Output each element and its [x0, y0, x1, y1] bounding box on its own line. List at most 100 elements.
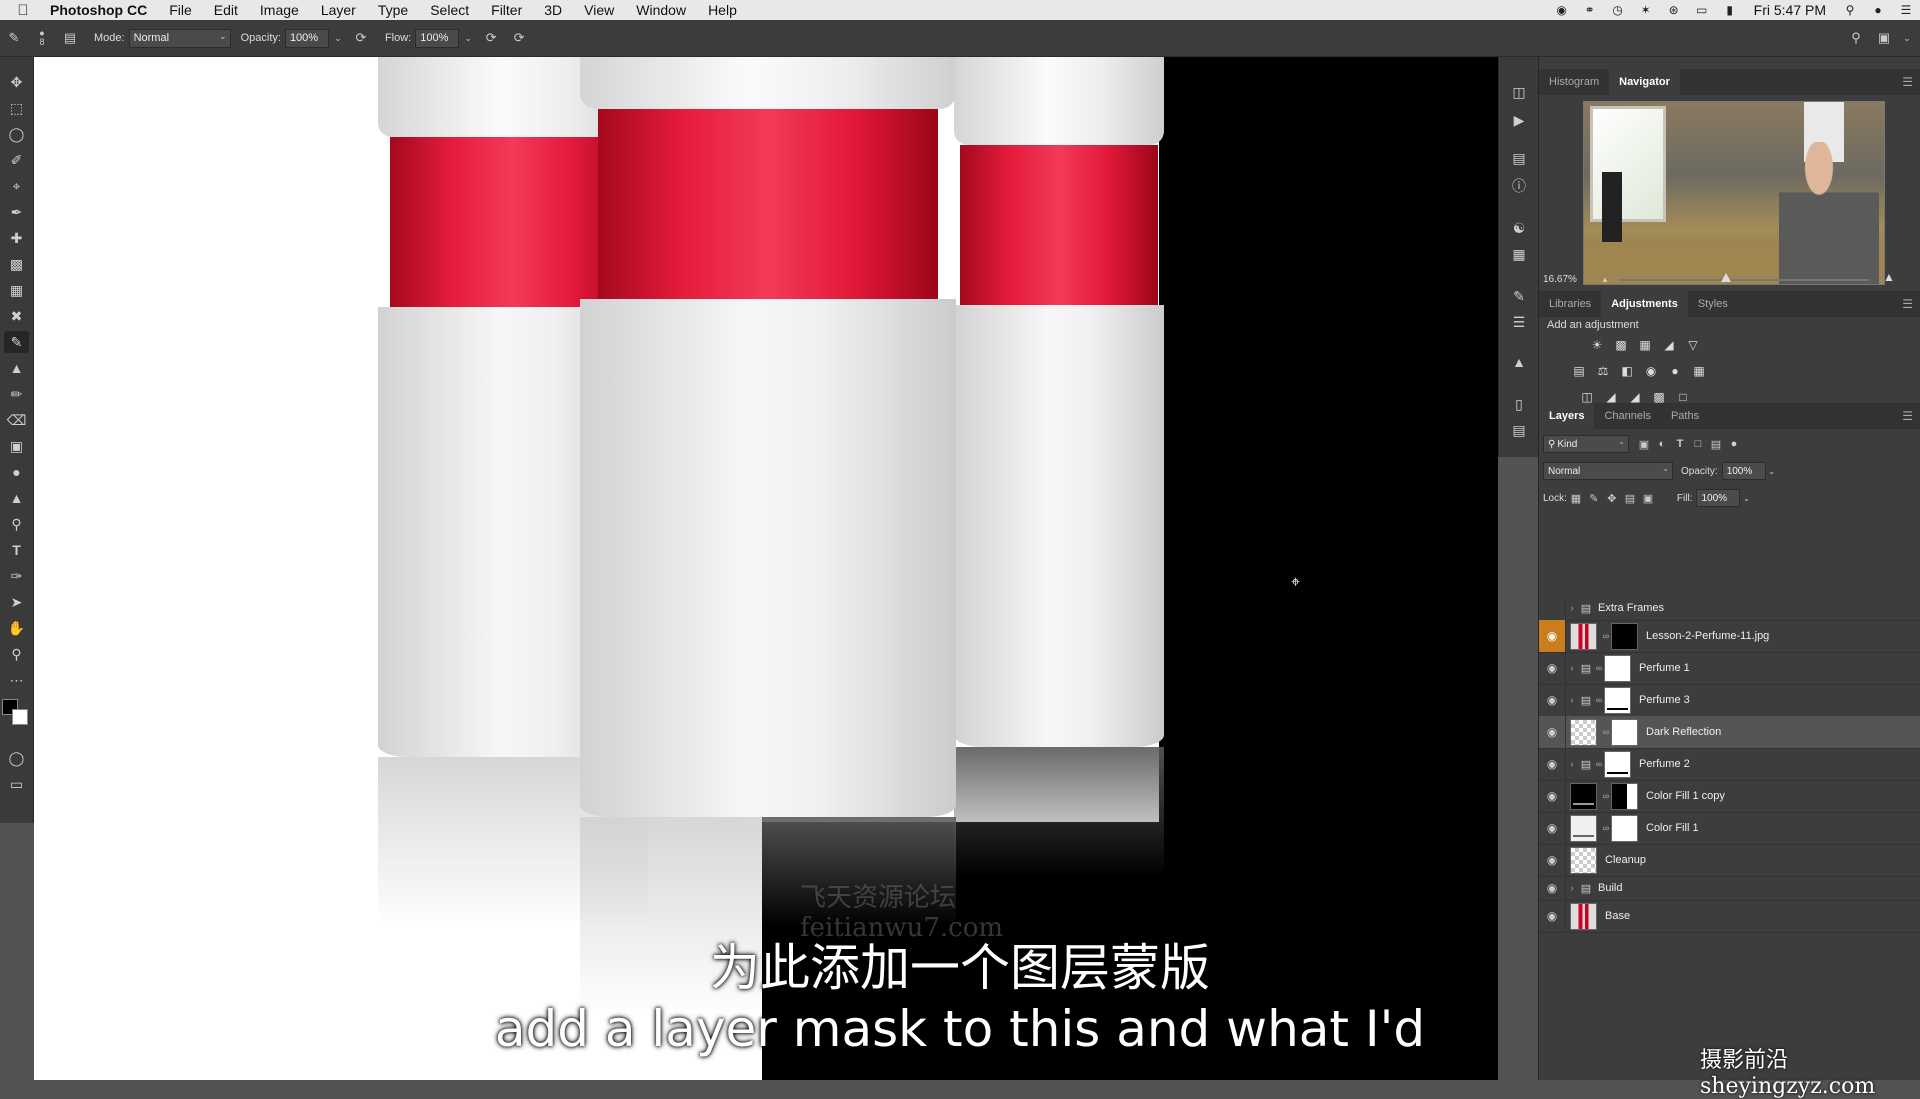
layer-opacity-field[interactable]: 100%	[1721, 462, 1766, 480]
flow-dropdown-icon[interactable]: ⌄	[463, 28, 473, 48]
opacity-dropdown-icon[interactable]: ⌄	[333, 28, 343, 48]
link-chain-icon[interactable]: ∞	[1594, 759, 1604, 769]
eye-icon[interactable]: ◉	[1539, 844, 1566, 876]
layer-mask-thumbnail[interactable]	[1611, 718, 1638, 746]
layer-row-color-fill-1-copy[interactable]: ◉ ∞ Color Fill 1 copy	[1539, 780, 1920, 813]
layer-row-build[interactable]: ◉ › ▤ Build	[1539, 876, 1920, 901]
link-chain-icon[interactable]: ∞	[1601, 791, 1611, 801]
creative-cloud-icon[interactable]: ⚭	[1579, 3, 1601, 17]
link-chain-icon[interactable]: ∞	[1601, 823, 1611, 833]
quick-mask-icon[interactable]: ◯	[4, 747, 29, 769]
fill-dropdown-icon[interactable]: ⌄	[1740, 490, 1752, 506]
menubar-clock[interactable]: Fri 5:47 PM	[1744, 2, 1836, 18]
expand-arrow-icon[interactable]: ›	[1566, 883, 1578, 893]
zoom-in-mountain-icon[interactable]: ▲	[1883, 270, 1895, 284]
dodge-tool-icon[interactable]: ⚲	[4, 513, 29, 535]
layer-mask-thumbnail[interactable]	[1611, 622, 1638, 650]
eye-icon[interactable]: ◉	[1539, 900, 1566, 932]
menu-3d[interactable]: 3D	[533, 0, 573, 20]
eye-icon[interactable]: ◉	[1539, 812, 1566, 844]
info-panel-icon[interactable]: ⓘ	[1507, 175, 1531, 197]
menu-layer[interactable]: Layer	[310, 0, 367, 20]
background-color-swatch[interactable]	[12, 709, 28, 725]
blend-mode-select[interactable]: Normal ⌄	[1543, 462, 1673, 480]
hue-saturation-icon[interactable]: ▤	[1569, 362, 1589, 380]
eye-icon[interactable]: ◉	[1539, 684, 1566, 716]
expand-arrow-icon[interactable]: ›	[1566, 663, 1578, 673]
hand-tool-icon[interactable]: ✋	[4, 617, 29, 639]
clone-stamp-tool-icon[interactable]: ▲	[4, 357, 29, 379]
eraser-tool-icon[interactable]: ⌫	[4, 409, 29, 431]
wifi-icon[interactable]: ⊛	[1663, 3, 1685, 17]
path-select-tool-icon[interactable]: ➤	[4, 591, 29, 613]
brush-panel-toggle-icon[interactable]: ▤	[60, 28, 80, 48]
time-machine-icon[interactable]: ◷	[1607, 3, 1629, 17]
color-panel-icon[interactable]: ☯	[1507, 217, 1531, 239]
menu-select[interactable]: Select	[419, 0, 480, 20]
navigator-zoom-slider[interactable]	[1619, 279, 1869, 281]
quick-select-tool-icon[interactable]: ✐	[4, 149, 29, 171]
layer-mask-thumbnail[interactable]	[1611, 782, 1638, 810]
expand-arrow-icon[interactable]: ›	[1566, 759, 1578, 769]
menu-help[interactable]: Help	[697, 0, 748, 20]
lock-pixels-icon[interactable]: ✎	[1585, 490, 1603, 506]
workspace-icon[interactable]: ▣	[1874, 28, 1894, 48]
fill-field[interactable]: 100%	[1696, 489, 1741, 507]
filter-shape-icon[interactable]: □	[1689, 436, 1707, 452]
panel-menu-icon[interactable]: ☰	[1902, 409, 1913, 423]
menu-edit[interactable]: Edit	[203, 0, 249, 20]
filter-toggle-icon[interactable]: ●	[1725, 436, 1743, 452]
content-aware-move-icon[interactable]: ▦	[4, 279, 29, 301]
eye-icon[interactable]: ◉	[1539, 652, 1566, 684]
gradient-tool-icon[interactable]: ▣	[4, 435, 29, 457]
clone-source-icon[interactable]: ▲	[1507, 351, 1531, 373]
healing-brush-tool-icon[interactable]: ✚	[4, 227, 29, 249]
lasso-tool-icon[interactable]: ◯	[4, 123, 29, 145]
layer-row-base[interactable]: ◉ Base	[1539, 900, 1920, 933]
tab-styles[interactable]: Styles	[1688, 291, 1738, 317]
brightness-contrast-icon[interactable]: ☀	[1587, 336, 1607, 354]
filter-pixel-icon[interactable]: ▣	[1635, 436, 1653, 452]
type-tool-icon[interactable]: T	[4, 539, 29, 561]
siri-icon[interactable]: ●	[1867, 3, 1889, 17]
pressure-opacity-icon[interactable]: ⟳	[351, 28, 371, 48]
panel-menu-icon[interactable]: ☰	[1902, 297, 1913, 311]
record-icon[interactable]: ◉	[1551, 3, 1573, 17]
menu-file[interactable]: File	[158, 0, 203, 20]
link-chain-icon[interactable]: ∞	[1601, 631, 1611, 641]
notes-panel-icon[interactable]: ▤	[1507, 419, 1531, 441]
expand-arrow-icon[interactable]: ›	[1566, 695, 1578, 705]
tab-navigator[interactable]: Navigator	[1609, 69, 1680, 95]
history-panel-icon[interactable]: ◫	[1507, 81, 1531, 103]
bluetooth-icon[interactable]: ✶	[1635, 3, 1657, 17]
eye-icon[interactable]: ◉	[1539, 748, 1566, 780]
channel-mixer-icon[interactable]: ●	[1665, 362, 1685, 380]
flow-field[interactable]: 100%	[415, 28, 460, 48]
color-lookup-icon[interactable]: ▦	[1689, 362, 1709, 380]
curves-icon[interactable]: ▦	[1635, 336, 1655, 354]
link-chain-icon[interactable]: ∞	[1594, 663, 1604, 673]
photo-filter-icon[interactable]: ◉	[1641, 362, 1661, 380]
mode-select[interactable]: Normal ⌄	[128, 28, 231, 48]
zoom-out-mountain-icon[interactable]: ▲	[1601, 275, 1609, 284]
brush-preset-picker[interactable]: ● 8	[32, 28, 52, 48]
swatches-panel-icon[interactable]: ▦	[1507, 243, 1531, 265]
link-chain-icon[interactable]: ∞	[1601, 727, 1611, 737]
tab-adjustments[interactable]: Adjustments	[1601, 291, 1688, 317]
airplay-icon[interactable]: ▭	[1691, 3, 1713, 17]
crop-tool-icon[interactable]: ⌖	[4, 175, 29, 197]
tab-layers[interactable]: Layers	[1539, 403, 1595, 429]
layer-row-perfume-1[interactable]: ◉ › ▤ ∞ Perfume 1	[1539, 652, 1920, 685]
eyedropper-tool-icon[interactable]: ✒	[4, 201, 29, 223]
brush-presets-icon[interactable]: ✎	[1507, 285, 1531, 307]
layer-mask-thumbnail[interactable]	[1604, 654, 1631, 682]
more-tools-icon[interactable]: ⋯	[4, 669, 29, 691]
blur-tool-icon[interactable]: ●	[4, 461, 29, 483]
patch-tool-icon[interactable]: ▩	[4, 253, 29, 275]
menu-app-name[interactable]: Photoshop CC	[42, 0, 158, 20]
document-canvas[interactable]: ⌖ 飞天资源论坛 feitianwu7.com	[34, 57, 1498, 1080]
exposure-icon[interactable]: ◢	[1659, 336, 1679, 354]
menu-window[interactable]: Window	[625, 0, 697, 20]
layer-mask-thumbnail[interactable]	[1604, 750, 1631, 778]
lock-position-icon[interactable]: ✥	[1603, 490, 1621, 506]
